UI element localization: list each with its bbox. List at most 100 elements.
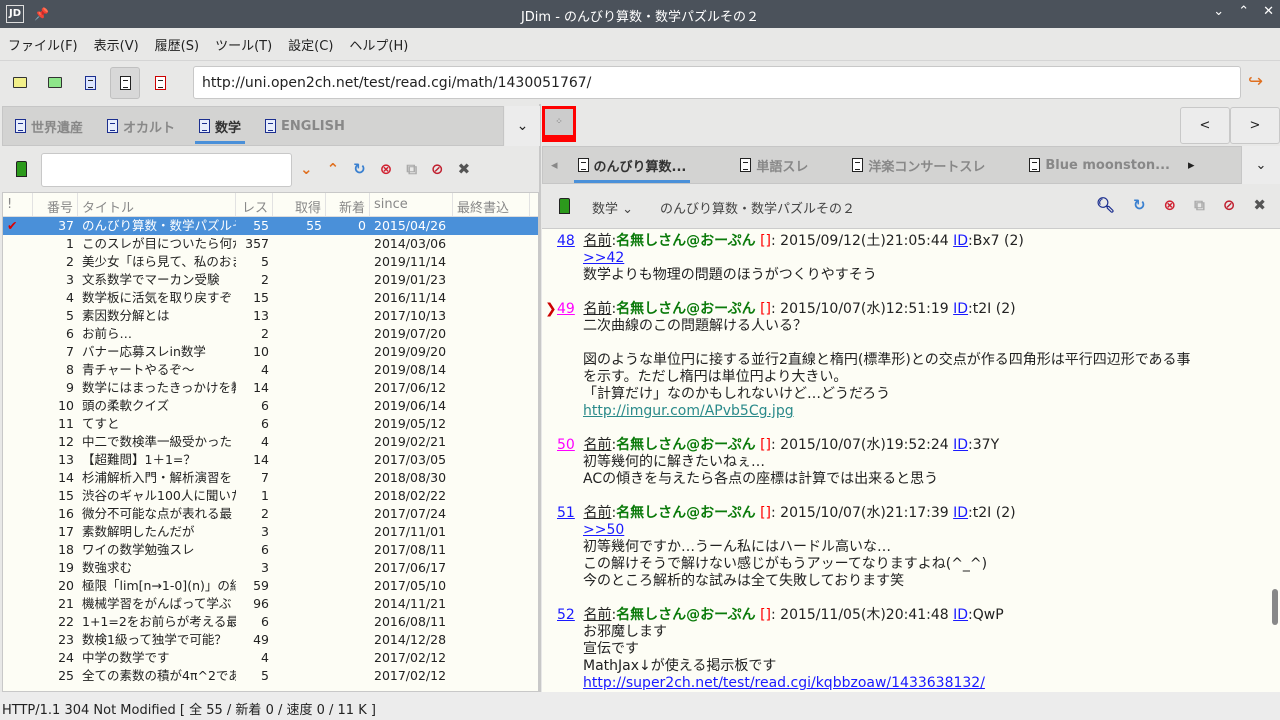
table-row[interactable]: 19 数強求む 3 2017/06/17 <box>3 559 538 577</box>
thread-tab-dropdown[interactable]: ⌄ <box>1242 146 1280 184</box>
go-arrow-icon[interactable]: ↪ <box>1248 71 1263 92</box>
tab-board-english[interactable]: ENGLISH <box>253 106 357 146</box>
board-button[interactable] <box>75 67 105 99</box>
stop-icon[interactable]: ⊗ <box>380 160 393 178</box>
table-row[interactable]: 24 中学の数学です 4 2017/02/12 <box>3 649 538 667</box>
close-window-icon[interactable]: ✕ <box>1263 4 1274 19</box>
menu-settings[interactable]: 設定(C) <box>288 35 333 54</box>
col-last-post[interactable]: 最終書込 <box>453 193 530 216</box>
write-pencil-icon[interactable] <box>16 161 27 177</box>
name-label[interactable]: 名前 <box>583 437 611 453</box>
board-dropdown[interactable]: 数学 ⌄ <box>592 198 633 217</box>
search-prev-icon[interactable]: ⌃ <box>327 160 340 178</box>
menu-tools[interactable]: ツール(T) <box>215 35 272 54</box>
name-label[interactable]: 名前 <box>583 233 611 249</box>
post-link[interactable]: http://super2ch.net/test/read.cgi/kqbbzo… <box>583 675 985 691</box>
minimize-icon[interactable]: ⌄ <box>1213 4 1224 19</box>
mail-field[interactable]: [] <box>760 607 771 623</box>
tab-thread-concert[interactable]: 洋楽コンサートスレ <box>840 145 997 185</box>
name-label[interactable]: 名前 <box>583 505 611 521</box>
search-input[interactable] <box>41 153 292 187</box>
post-number[interactable]: 49 <box>557 301 579 318</box>
table-row[interactable]: 23 数検1級って独学で可能？ 49 2014/12/28 <box>3 631 538 649</box>
search-next-icon[interactable]: ⌄ <box>300 160 313 178</box>
id-label[interactable]: ID <box>953 505 968 521</box>
thread-button[interactable] <box>110 66 140 99</box>
col-number[interactable]: 番号 <box>33 193 78 216</box>
col-fetched[interactable]: 取得 <box>273 193 326 216</box>
post-number[interactable]: 48 <box>557 233 579 250</box>
reload-icon[interactable]: ↻ <box>353 160 366 178</box>
mail-field[interactable]: [] <box>760 437 771 453</box>
menu-history[interactable]: 履歴(S) <box>155 35 199 54</box>
table-row[interactable]: 5 素因数分解とは 13 2017/10/13 <box>3 307 538 325</box>
favorites-button[interactable] <box>40 67 70 99</box>
table-row[interactable]: 7 バナー応募スレin数学 10 2019/09/20 <box>3 343 538 361</box>
post-number[interactable]: 51 <box>557 505 579 522</box>
tab-scroll-left-icon[interactable]: ◂ <box>543 158 566 173</box>
post-link[interactable]: >>42 <box>583 250 624 266</box>
table-row[interactable]: 3 文系数学でマーカン受験 2 2019/01/23 <box>3 271 538 289</box>
name-label[interactable]: 名前 <box>583 301 611 317</box>
table-row[interactable]: 1 このスレが目についたら何か 357 2014/03/06 <box>3 235 538 253</box>
name-label[interactable]: 名前 <box>583 607 611 623</box>
menu-view[interactable]: 表示(V) <box>94 35 139 54</box>
close-icon[interactable]: ✖ <box>458 160 471 178</box>
image-thumbnail[interactable]: ⁘ <box>542 106 576 142</box>
table-row[interactable]: 11 てすと 6 2019/05/12 <box>3 415 538 433</box>
col-mark[interactable]: ! <box>3 193 33 216</box>
id-label[interactable]: ID <box>953 607 968 623</box>
tab-thread-blue-moonstone[interactable]: Blue moonston... <box>1017 145 1182 185</box>
tab-thread-puzzle[interactable]: のんびり算数... <box>566 145 699 185</box>
table-row[interactable]: 12 中二で数検準一級受かった 4 2019/02/21 <box>3 433 538 451</box>
table-row[interactable]: 15 渋谷のギャル100人に聞いた 1 2018/02/22 <box>3 487 538 505</box>
tab-thread-words[interactable]: 単語スレ <box>728 145 820 185</box>
menu-help[interactable]: ヘルプ(H) <box>349 35 408 54</box>
table-row[interactable]: 25 全ての素数の積が4π^2であ 5 2017/02/12 <box>3 667 538 685</box>
tab-board-occult[interactable]: オカルト <box>95 106 187 146</box>
copy-icon[interactable]: ⧉ <box>1194 196 1205 214</box>
tab-board-world-heritage[interactable]: 世界遺産 <box>3 106 95 146</box>
table-row[interactable]: 22 1+1=2をお前らが考える最も 6 2016/08/11 <box>3 613 538 631</box>
menu-file[interactable]: ファイル(F) <box>8 35 78 54</box>
col-new[interactable]: 新着 <box>326 193 370 216</box>
id-label[interactable]: ID <box>953 437 968 453</box>
table-row[interactable]: 13 【超難問】1＋1=？ 14 2017/03/05 <box>3 451 538 469</box>
col-since[interactable]: since <box>370 193 453 216</box>
table-row[interactable]: 16 微分不可能な点が表れる最 2 2017/07/24 <box>3 505 538 523</box>
table-row[interactable]: 4 数学板に活気を取り戻すぞ 15 2016/11/14 <box>3 289 538 307</box>
write-pencil-icon[interactable] <box>559 198 570 214</box>
image-button[interactable] <box>145 67 175 99</box>
back-button[interactable]: < <box>1180 107 1230 144</box>
reload-icon[interactable]: ↻ <box>1133 196 1146 214</box>
table-row[interactable]: 2 美少女「ほら見て、私のおま 5 2019/11/14 <box>3 253 538 271</box>
table-row[interactable]: ✔ 37 のんびり算数・数学パズルそ 55 55 0 2015/04/26 <box>3 217 538 235</box>
stop-icon[interactable]: ⊗ <box>1164 196 1177 214</box>
table-row[interactable]: 6 お前ら… 2 2019/07/20 <box>3 325 538 343</box>
table-row[interactable]: 21 機械学習をがんばって学ぶ 96 2014/11/21 <box>3 595 538 613</box>
post-number[interactable]: 50 <box>557 437 579 454</box>
table-row[interactable]: 17 素数解明したんだが 3 2017/11/01 <box>3 523 538 541</box>
delete-icon[interactable]: ⊘ <box>431 160 444 178</box>
tab-scroll-right-icon[interactable]: ▸ <box>1182 158 1201 173</box>
mail-field[interactable]: [] <box>760 505 771 521</box>
table-row[interactable]: 20 極限「lim[n→1-0](n)」の結果 59 2017/05/10 <box>3 577 538 595</box>
col-title[interactable]: タイトル <box>78 193 236 216</box>
mail-field[interactable]: [] <box>760 301 771 317</box>
tab-board-math[interactable]: 数学 <box>187 106 253 146</box>
table-row[interactable]: 14 杉浦解析入門・解析演習を 7 2018/08/30 <box>3 469 538 487</box>
mail-field[interactable]: [] <box>760 233 771 249</box>
delete-icon[interactable]: ⊘ <box>1223 196 1236 214</box>
scrollbar-thumb[interactable] <box>1272 589 1278 625</box>
close-icon[interactable]: ✖ <box>1253 196 1266 214</box>
post-link[interactable]: http://imgur.com/APvb5Cg.jpg <box>583 403 794 419</box>
post-link[interactable]: >>50 <box>583 522 624 538</box>
table-row[interactable]: 10 頭の柔軟クイズ 6 2019/06/14 <box>3 397 538 415</box>
post-number[interactable]: 52 <box>557 607 579 624</box>
col-res[interactable]: レス <box>236 193 273 216</box>
bbs-list-button[interactable] <box>5 67 35 99</box>
table-row[interactable]: 9 数学にはまったきっかけを教 14 2017/06/12 <box>3 379 538 397</box>
id-label[interactable]: ID <box>953 233 968 249</box>
tab-list-dropdown[interactable]: ⌄ <box>505 106 540 146</box>
url-input[interactable]: http://uni.open2ch.net/test/read.cgi/mat… <box>193 66 1241 99</box>
